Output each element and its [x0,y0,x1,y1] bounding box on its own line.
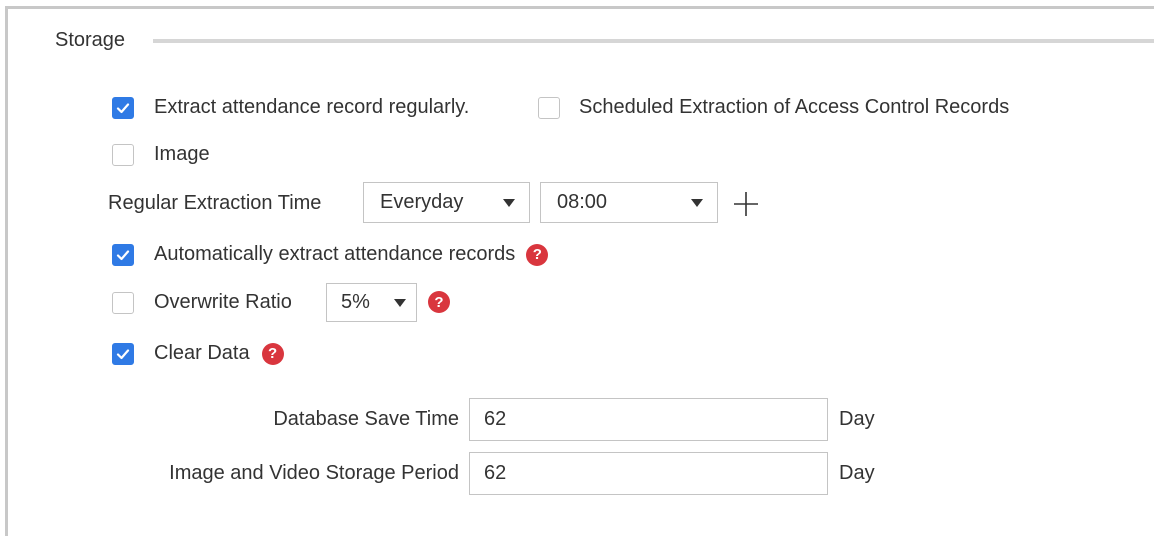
scheduled-access-checkbox[interactable] [538,96,560,119]
clear-data-option[interactable]: Clear Data ? [112,342,284,365]
storage-period-input[interactable]: 62 [469,452,828,495]
image-label: Image [154,143,210,165]
auto-extract-label: Automatically extract attendance records [154,243,516,265]
overwrite-ratio-select[interactable]: 5% [326,283,417,322]
section-title: Storage [55,29,126,51]
extract-regularly-label: Extract attendance record regularly. [154,96,470,118]
check-icon [116,102,130,113]
caret-down-icon [691,198,703,207]
check-icon [116,249,130,260]
help-icon[interactable]: ? [428,291,450,313]
overwrite-ratio-value: 5% [341,291,370,313]
frequency-select[interactable]: Everyday [363,182,530,223]
time-value: 08:00 [557,191,608,213]
help-icon[interactable]: ? [261,342,284,365]
section-divider [153,39,1154,43]
help-icon[interactable]: ? [526,243,549,266]
overwrite-checkbox[interactable] [112,291,134,314]
database-save-time-input[interactable]: 62 [469,398,828,441]
image-checkbox[interactable] [112,143,134,166]
extract-regularly-checkbox[interactable] [112,96,134,119]
database-save-time-label: Database Save Time [273,408,459,430]
scheduled-access-label: Scheduled Extraction of Access Control R… [579,96,1010,118]
clear-data-checkbox[interactable] [112,342,134,365]
storage-period-label: Image and Video Storage Period [169,462,459,484]
frequency-value: Everyday [380,191,464,213]
storage-period-unit: Day [839,462,875,484]
overwrite-option[interactable]: Overwrite Ratio [112,291,292,314]
extraction-time-label: Regular Extraction Time [108,192,322,214]
overwrite-label: Overwrite Ratio [154,291,292,313]
auto-extract-option[interactable]: Automatically extract attendance records… [112,243,549,266]
clear-data-label: Clear Data [154,342,250,364]
plus-icon[interactable] [733,191,759,217]
caret-down-icon [394,298,406,307]
database-save-time-unit: Day [839,408,875,430]
check-icon [116,348,130,359]
scheduled-access-option[interactable]: Scheduled Extraction of Access Control R… [538,96,1009,119]
image-option[interactable]: Image [112,143,210,166]
caret-down-icon [503,198,515,207]
extract-regularly-option[interactable]: Extract attendance record regularly. [112,96,469,119]
auto-extract-checkbox[interactable] [112,243,134,266]
time-select[interactable]: 08:00 [540,182,718,223]
